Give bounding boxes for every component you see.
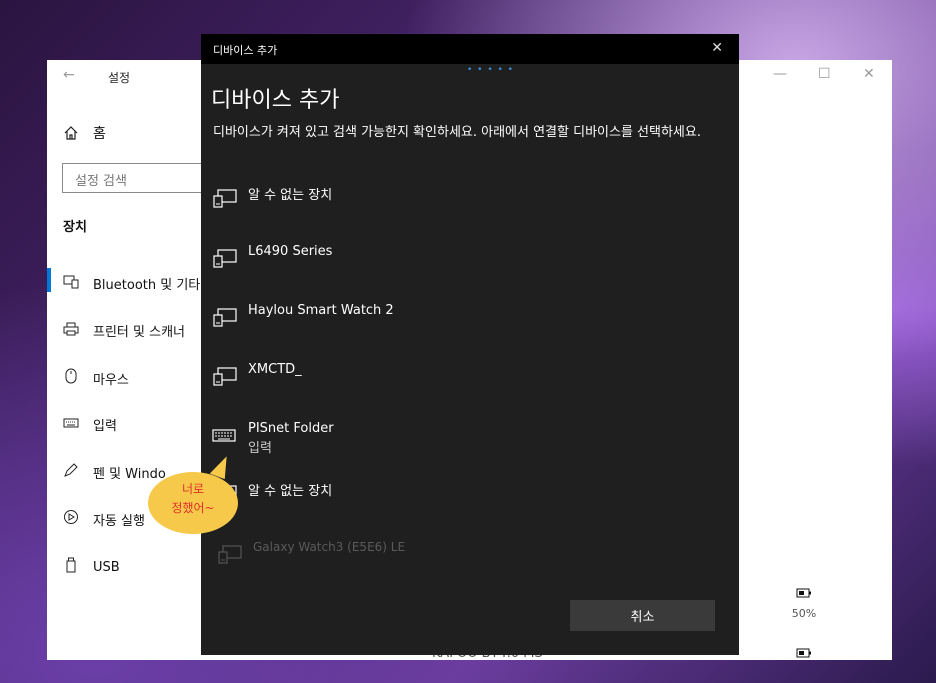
add-device-dialog: 디바이스 추가 ✕ • • • • • 디바이스 추가 디바이스가 켜져 있고 …	[201, 34, 739, 655]
sidebar-item-label: 홈	[93, 126, 106, 142]
cancel-button[interactable]: 취소	[570, 600, 715, 631]
device-name: Galaxy Watch3 (E5E6) LE	[253, 540, 406, 554]
display-device-icon	[213, 249, 237, 268]
device-item[interactable]: XMCTD_	[212, 362, 302, 386]
sidebar-item-printers[interactable]: 프린터 및 스캐너	[63, 321, 185, 340]
dialog-titlebar: 디바이스 추가 ✕	[201, 34, 739, 64]
sidebar-item-label: 프린터 및 스캐너	[93, 325, 185, 340]
sticker-line-2: 정했어~	[171, 501, 215, 515]
display-device-icon	[218, 545, 242, 564]
sidebar-item-bluetooth[interactable]: Bluetooth 및 기타	[63, 274, 200, 293]
sidebar-item-label: Bluetooth 및 기타	[93, 278, 201, 293]
sidebar-item-label: 펜 및 Windo	[93, 466, 166, 482]
device-item[interactable]: L6490 Series	[212, 244, 332, 268]
display-device-icon	[213, 367, 237, 386]
device-item-disabled: Galaxy Watch3 (E5E6) LE	[217, 540, 405, 564]
maximize-icon[interactable]: ☐	[818, 66, 831, 82]
battery-icon	[793, 588, 815, 601]
dialog-heading: 디바이스 추가	[211, 88, 340, 113]
sidebar-item-label: 마우스	[93, 372, 129, 388]
sticker-line-1: 너로	[181, 482, 205, 496]
display-device-icon	[213, 308, 237, 327]
battery-icon	[793, 648, 815, 661]
printer-icon	[63, 322, 79, 340]
progress-dots: • • • • •	[467, 65, 514, 75]
device-item[interactable]: Haylou Smart Watch 2	[212, 303, 394, 327]
mouse-icon	[63, 368, 79, 388]
usb-icon	[63, 557, 79, 577]
minimize-icon[interactable]: —	[773, 66, 787, 82]
selected-indicator	[47, 268, 51, 292]
dialog-description: 디바이스가 켜져 있고 검색 가능한지 확인하세요. 아래에서 연결할 디바이스…	[213, 125, 701, 140]
battery-percent: 50%	[791, 607, 817, 620]
device-name: L6490 Series	[248, 244, 333, 259]
autoplay-icon	[63, 509, 79, 529]
bluetooth-devices-icon	[63, 275, 79, 293]
speech-bubble-sticker: 너로 정했어~	[148, 472, 238, 534]
home-icon	[64, 126, 78, 140]
sidebar-item-label: 입력	[93, 419, 117, 434]
device-name: PISnet Folder	[248, 421, 334, 436]
device-item[interactable]: PISnet Folder 입력	[212, 421, 334, 456]
pen-icon	[63, 462, 79, 482]
device-name: 알 수 없는 장치	[248, 484, 333, 499]
keyboard-icon	[212, 429, 236, 442]
sidebar-item-autoplay[interactable]: 자동 실행	[63, 509, 145, 529]
settings-title: 설정	[108, 71, 131, 85]
device-name: XMCTD_	[248, 362, 302, 377]
device-item[interactable]: 알 수 없는 장치	[212, 184, 332, 208]
back-arrow-icon[interactable]: ←	[63, 67, 75, 83]
display-device-icon	[213, 189, 237, 208]
section-title: 장치	[63, 220, 87, 235]
device-name: Haylou Smart Watch 2	[248, 303, 394, 318]
sidebar-item-mouse[interactable]: 마우스	[63, 368, 129, 388]
dialog-titlebar-title: 디바이스 추가	[213, 44, 278, 57]
close-icon[interactable]: ✕	[711, 40, 723, 56]
keyboard-icon	[63, 417, 79, 432]
sidebar-item-label: USB	[93, 559, 120, 575]
sidebar-item-label: 자동 실행	[93, 513, 145, 529]
close-icon[interactable]: ✕	[863, 66, 875, 82]
sidebar-item-pen[interactable]: 펜 및 Windo	[63, 462, 166, 482]
device-name: 알 수 없는 장치	[248, 188, 333, 203]
sidebar-item-home[interactable]: 홈	[63, 123, 106, 143]
device-type: 입력	[248, 441, 272, 456]
sidebar-item-input[interactable]: 입력	[63, 415, 117, 434]
sidebar-item-usb[interactable]: USB	[63, 557, 120, 577]
settings-search-input[interactable]: 설정 검색	[62, 163, 212, 193]
